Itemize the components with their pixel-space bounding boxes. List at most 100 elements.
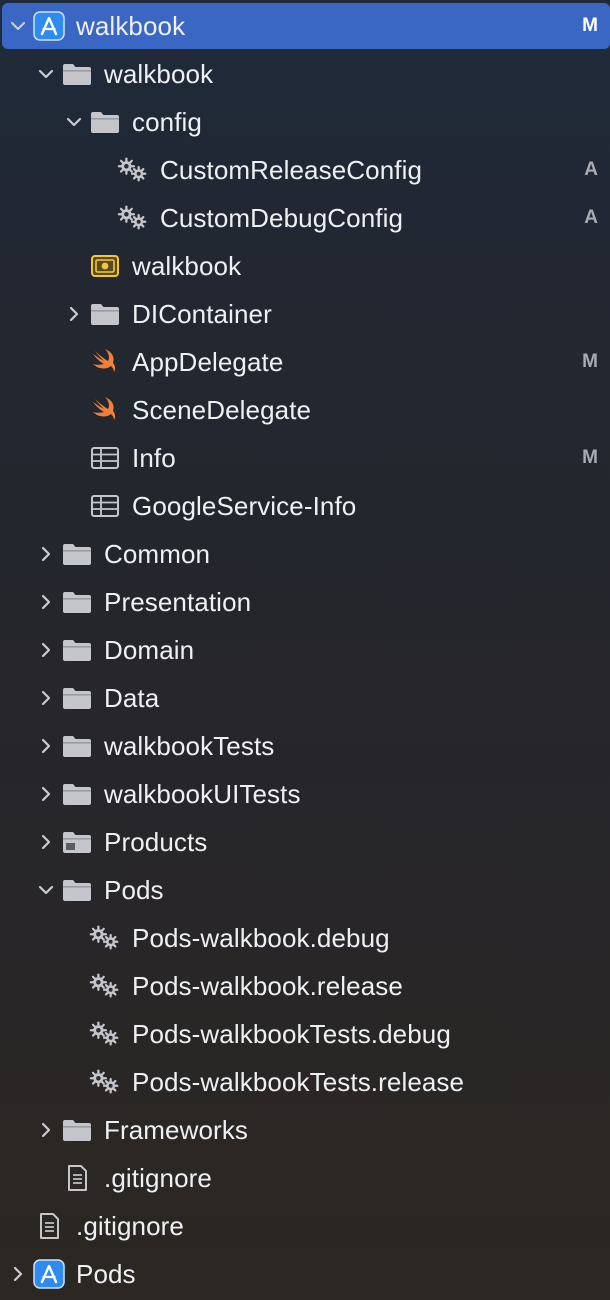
navigator-row[interactable]: Pods-walkbookTests.debug [0,1010,610,1058]
navigator-item-label: Pods-walkbookTests.debug [132,1018,451,1049]
navigator-row[interactable]: Pods [0,1250,610,1298]
gear-config-icon [88,1067,122,1097]
navigator-row[interactable]: AppDelegate M [0,338,610,386]
navigator-row[interactable]: walkbook [0,242,610,290]
text-file-icon [60,1163,94,1193]
navigator-row[interactable]: walkbookTests [0,722,610,770]
navigator-row[interactable]: walkbookUITests [0,770,610,818]
navigator-row[interactable]: CustomDebugConfig A [0,194,610,242]
folder-icon [60,683,94,713]
navigator-item-label: SceneDelegate [132,394,312,425]
navigator-item-label: walkbookUITests [104,778,301,809]
navigator-row[interactable]: Pods-walkbookTests.release [0,1058,610,1106]
gear-config-icon [116,203,150,233]
navigator-item-label: Info [132,442,176,473]
navigator-row[interactable]: Pods [0,866,610,914]
navigator-item-label: Pods-walkbookTests.release [132,1066,465,1097]
navigator-item-label: AppDelegate [132,346,284,377]
navigator-row[interactable]: DIContainer [0,290,610,338]
chevron-right-icon[interactable] [36,832,56,852]
folder-icon [60,875,94,905]
source-control-status-badge: M [582,351,598,372]
navigator-row[interactable]: config [0,98,610,146]
navigator-item-label: walkbook [132,250,242,281]
navigator-row[interactable]: Domain [0,626,610,674]
chevron-right-icon[interactable] [36,784,56,804]
chevron-right-icon[interactable] [8,1264,28,1284]
navigator-item-label: DIContainer [132,298,272,329]
navigator-row[interactable]: Data [0,674,610,722]
xcode-project-icon [32,11,66,41]
navigator-item-label: CustomReleaseConfig [160,154,423,185]
navigator-row[interactable]: Frameworks [0,1106,610,1154]
folder-icon [60,779,94,809]
navigator-row[interactable]: Products [0,818,610,866]
navigator-item-label: Domain [104,634,195,665]
navigator-row[interactable]: Common [0,530,610,578]
text-file-icon [32,1211,66,1241]
navigator-item-label: Pods-walkbook.debug [132,922,390,953]
navigator-row[interactable]: CustomReleaseConfig A [0,146,610,194]
folder-icon [60,539,94,569]
navigator-row[interactable]: Info M [0,434,610,482]
navigator-item-label: config [132,106,202,137]
navigator-row[interactable]: Presentation [0,578,610,626]
navigator-item-label: Frameworks [104,1114,249,1145]
entitlements-icon [88,251,122,281]
navigator-item-label: Presentation [104,586,252,617]
folder-icon [60,59,94,89]
chevron-right-icon[interactable] [64,304,84,324]
navigator-item-label: Pods [76,1258,136,1289]
chevron-right-icon[interactable] [36,640,56,660]
source-control-status-badge: A [584,159,598,180]
chevron-right-icon[interactable] [36,592,56,612]
folder-icon [60,1115,94,1145]
chevron-down-icon[interactable] [8,16,28,36]
source-control-status-badge: M [582,15,598,36]
navigator-item-label: Products [104,826,208,857]
navigator-item-label: .gitignore [104,1162,212,1193]
navigator-item-label: CustomDebugConfig [160,202,404,233]
navigator-row[interactable]: .gitignore [0,1154,610,1202]
folder-icon [60,587,94,617]
chevron-right-icon[interactable] [36,688,56,708]
folder-icon [60,635,94,665]
swift-icon [88,395,122,425]
chevron-down-icon[interactable] [36,64,56,84]
navigator-row[interactable]: .gitignore [0,1202,610,1250]
chevron-right-icon[interactable] [36,736,56,756]
navigator-row[interactable]: Pods-walkbook.release [0,962,610,1010]
project-navigator: walkbook M walkbook config CustomReleaseCo… [0,0,610,1300]
navigator-item-label: Data [104,682,160,713]
chevron-right-icon[interactable] [36,544,56,564]
navigator-item-label: walkbook [104,58,214,89]
swift-icon [88,347,122,377]
plist-icon [88,491,122,521]
folder-icon [60,731,94,761]
navigator-row[interactable]: SceneDelegate [0,386,610,434]
navigator-item-label: Pods [104,874,164,905]
source-control-status-badge: M [582,447,598,468]
navigator-item-label: walkbookTests [104,730,275,761]
navigator-row[interactable]: Pods-walkbook.debug [0,914,610,962]
gear-config-icon [88,1019,122,1049]
products-folder-icon [60,827,94,857]
folder-icon [88,107,122,137]
navigator-row[interactable]: walkbook M [2,3,610,49]
navigator-row[interactable]: walkbook [0,50,610,98]
folder-icon [88,299,122,329]
navigator-item-label: .gitignore [76,1210,184,1241]
chevron-down-icon[interactable] [64,112,84,132]
gear-config-icon [116,155,150,185]
chevron-right-icon[interactable] [36,1120,56,1140]
navigator-item-label: walkbook [76,10,186,41]
plist-icon [88,443,122,473]
chevron-down-icon[interactable] [36,880,56,900]
gear-config-icon [88,971,122,1001]
navigator-item-label: Pods-walkbook.release [132,970,403,1001]
gear-config-icon [88,923,122,953]
xcode-project-icon [32,1259,66,1289]
source-control-status-badge: A [584,207,598,228]
navigator-row[interactable]: GoogleService-Info [0,482,610,530]
navigator-item-label: GoogleService-Info [132,490,357,521]
